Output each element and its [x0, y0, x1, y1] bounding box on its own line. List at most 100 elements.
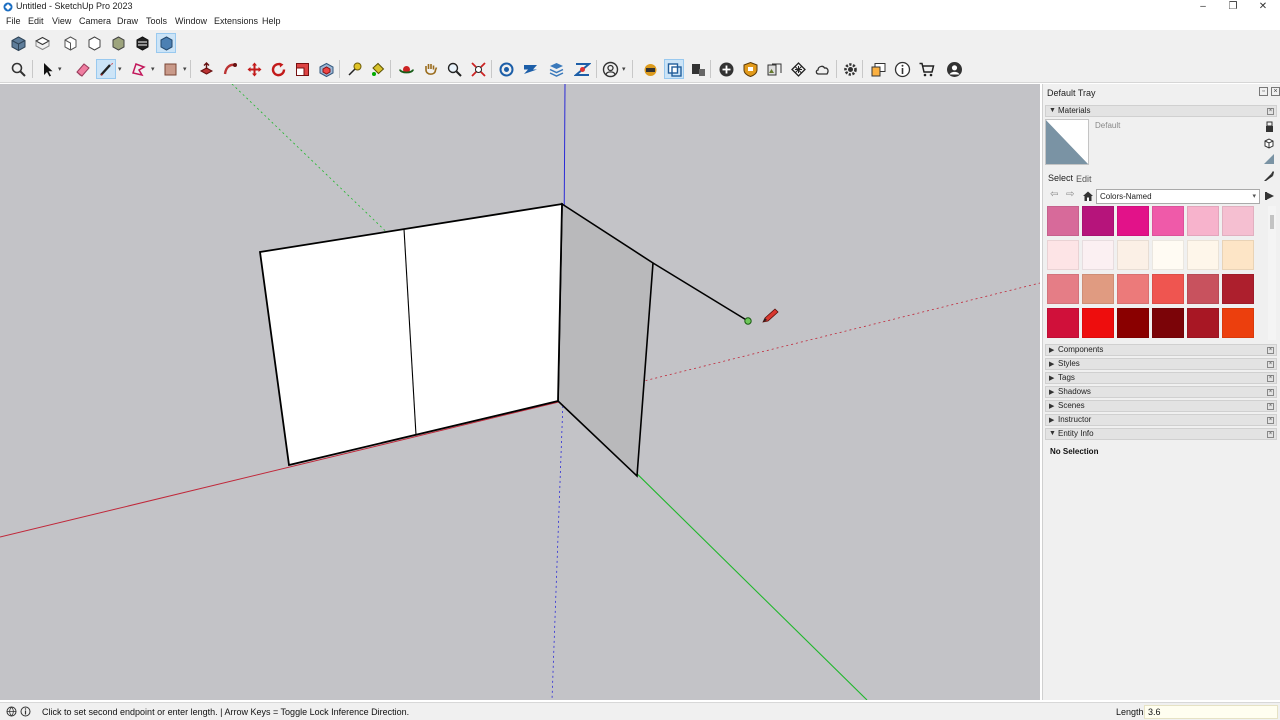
shield-icon[interactable] — [740, 59, 760, 79]
tray-close-icon[interactable]: × — [1271, 87, 1280, 96]
orbit-icon[interactable] — [396, 59, 416, 79]
panel-close-icon[interactable]: × — [1267, 403, 1274, 410]
photo-texture-icon[interactable] — [764, 59, 784, 79]
3d-warehouse-icon[interactable] — [496, 59, 516, 79]
material-swatch[interactable] — [1152, 274, 1184, 304]
forward-arrow-icon[interactable]: ⇨ — [1066, 189, 1074, 200]
material-swatch[interactable] — [1117, 274, 1149, 304]
display-secondary-icon[interactable] — [1263, 137, 1275, 149]
sample-paint-icon[interactable] — [1263, 170, 1275, 182]
components-panel-header[interactable]: ▶ Components × — [1045, 344, 1277, 356]
material-swatch[interactable] — [1047, 240, 1079, 270]
menu-help[interactable]: Help — [261, 16, 282, 26]
tape-measure-icon[interactable] — [344, 59, 364, 79]
material-swatch[interactable] — [1187, 206, 1219, 236]
status-info-icon[interactable] — [20, 706, 31, 717]
right-view-icon[interactable] — [84, 33, 104, 53]
panel-close-icon[interactable]: × — [1267, 108, 1274, 115]
zoom-icon[interactable] — [444, 59, 464, 79]
iso-view-icon[interactable] — [8, 33, 28, 53]
material-swatch[interactable] — [1047, 206, 1079, 236]
menu-window[interactable]: Window — [174, 16, 208, 26]
extension-manager-icon[interactable] — [572, 59, 592, 79]
material-swatch[interactable] — [1047, 308, 1079, 338]
materials-panel-header[interactable]: ▼ Materials × — [1045, 105, 1277, 117]
eraser-icon[interactable] — [72, 59, 92, 79]
material-swatch[interactable] — [1187, 308, 1219, 338]
profile-dropdown-icon[interactable]: ▾ — [622, 65, 626, 73]
material-swatch[interactable] — [1117, 240, 1149, 270]
material-swatch[interactable] — [1082, 274, 1114, 304]
material-swatch[interactable] — [1117, 308, 1149, 338]
settings-gear-icon[interactable] — [840, 59, 860, 79]
solid-tools-icon[interactable] — [640, 59, 660, 79]
material-swatch[interactable] — [1222, 206, 1254, 236]
details-arrow-icon[interactable] — [1264, 190, 1276, 202]
select-arrow-icon[interactable] — [37, 59, 57, 79]
material-swatch[interactable] — [1152, 240, 1184, 270]
material-swatch[interactable] — [1222, 274, 1254, 304]
panel-close-icon[interactable]: × — [1267, 389, 1274, 396]
menu-file[interactable]: File — [5, 16, 22, 26]
cart-icon[interactable] — [916, 59, 936, 79]
paint-bucket-icon[interactable] — [367, 59, 387, 79]
pan-hand-icon[interactable] — [420, 59, 440, 79]
zoom-extents-icon[interactable] — [8, 59, 28, 79]
scenes-panel-header[interactable]: ▶ Scenes × — [1045, 400, 1277, 412]
menu-edit[interactable]: Edit — [27, 16, 45, 26]
scale-tool-icon[interactable] — [292, 59, 312, 79]
material-swatch[interactable] — [1187, 240, 1219, 270]
back-view-icon[interactable] — [108, 33, 128, 53]
rectangle-dropdown-icon[interactable]: ▾ — [183, 65, 187, 73]
cloud-upload-icon[interactable] — [812, 59, 832, 79]
material-swatch[interactable] — [1152, 206, 1184, 236]
section-plane-icon[interactable] — [664, 59, 684, 79]
offset-tool-icon[interactable] — [316, 59, 336, 79]
material-swatch[interactable] — [1082, 206, 1114, 236]
tray-pin-icon[interactable]: ▫ — [1259, 87, 1268, 96]
move-tool-icon[interactable] — [244, 59, 264, 79]
select-dropdown-icon[interactable]: ▾ — [58, 65, 62, 73]
zoom-extents-arrows-icon[interactable] — [468, 59, 488, 79]
menu-view[interactable]: View — [51, 16, 72, 26]
swatch-scrollbar[interactable] — [1268, 206, 1276, 340]
restore-button[interactable]: ❐ — [1218, 0, 1248, 15]
match-photo-icon[interactable] — [788, 59, 808, 79]
entity-info-panel-header[interactable]: ▼ Entity Info × — [1045, 428, 1277, 440]
minimize-button[interactable]: – — [1188, 0, 1218, 15]
user-profile-icon[interactable] — [600, 59, 620, 79]
material-swatch[interactable] — [1082, 308, 1114, 338]
instructor-panel-header[interactable]: ▶ Instructor × — [1045, 414, 1277, 426]
bottom-view-icon[interactable] — [156, 33, 176, 53]
menu-extensions[interactable]: Extensions — [213, 16, 259, 26]
material-preview[interactable] — [1045, 119, 1089, 165]
panel-close-icon[interactable]: × — [1267, 347, 1274, 354]
display-section-icon[interactable] — [688, 59, 708, 79]
modeling-viewport[interactable] — [0, 84, 1040, 700]
panel-close-icon[interactable]: × — [1267, 431, 1274, 438]
create-material-icon[interactable] — [1263, 121, 1275, 133]
shape-dropdown-icon[interactable]: ▾ — [151, 65, 155, 73]
close-window-button[interactable]: ✕ — [1248, 0, 1278, 15]
drawing-line-edge[interactable] — [652, 262, 749, 322]
back-arrow-icon[interactable]: ⇦ — [1050, 189, 1058, 200]
menu-tools[interactable]: Tools — [145, 16, 168, 26]
material-swatch[interactable] — [1082, 240, 1114, 270]
material-name-field[interactable]: Default — [1093, 121, 1265, 133]
default-material-icon[interactable] — [1263, 153, 1275, 165]
menu-draw[interactable]: Draw — [116, 16, 139, 26]
tags-panel-header[interactable]: ▶ Tags × — [1045, 372, 1277, 384]
material-library-select[interactable]: Colors-Named ▾ — [1096, 189, 1260, 204]
front-view-icon[interactable] — [60, 33, 80, 53]
shadows-panel-header[interactable]: ▶ Shadows × — [1045, 386, 1277, 398]
panel-close-icon[interactable]: × — [1267, 375, 1274, 382]
tab-select[interactable]: Select — [1048, 173, 1073, 183]
instructor-icon[interactable] — [868, 59, 888, 79]
line-dropdown-icon[interactable]: ▾ — [118, 65, 122, 73]
panel-close-icon[interactable]: × — [1267, 361, 1274, 368]
tab-edit[interactable]: Edit — [1076, 174, 1092, 184]
rectangle-tool-icon[interactable] — [160, 59, 180, 79]
material-swatch[interactable] — [1222, 240, 1254, 270]
extension-warehouse-icon[interactable] — [520, 59, 540, 79]
info-icon[interactable] — [892, 59, 912, 79]
